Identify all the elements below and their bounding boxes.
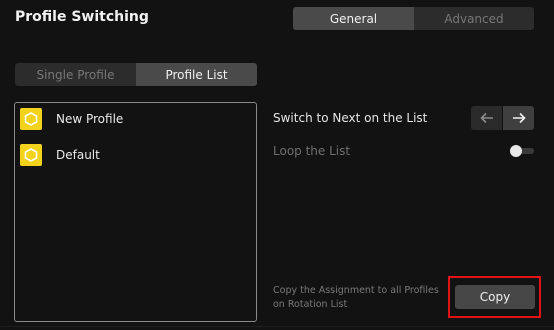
switch-next-label: Switch to Next on the List [273, 111, 428, 125]
page-title: Profile Switching [15, 9, 149, 25]
arrow-right-icon [512, 112, 526, 124]
bottom-divider [0, 326, 554, 327]
profile-mode-switch: Single Profile Profile List [15, 63, 257, 86]
arrow-left-icon [479, 112, 493, 124]
profile-list[interactable]: New Profile Default [14, 102, 257, 322]
previous-button[interactable] [471, 106, 502, 130]
mode-profile-list[interactable]: Profile List [136, 63, 257, 86]
tab-general[interactable]: General [293, 7, 414, 30]
switch-next-arrows [471, 106, 534, 130]
copy-help-text: Copy the Assignment to all Profiles on R… [273, 285, 439, 310]
settings-tabs: General Advanced [293, 7, 534, 30]
list-item-new-profile[interactable]: New Profile [20, 107, 250, 131]
tab-advanced[interactable]: Advanced [414, 7, 534, 30]
mode-single-profile[interactable]: Single Profile [15, 63, 136, 86]
copy-button[interactable]: Copy [455, 285, 535, 309]
loop-list-label: Loop the List [273, 144, 351, 158]
toggle-knob [510, 145, 522, 157]
list-item-default[interactable]: Default [20, 143, 250, 167]
profile-icon [20, 108, 42, 130]
loop-list-toggle[interactable] [510, 145, 534, 157]
profile-label: Default [56, 148, 100, 162]
next-button[interactable] [503, 106, 534, 130]
profile-icon [20, 144, 42, 166]
profile-label: New Profile [56, 112, 124, 126]
